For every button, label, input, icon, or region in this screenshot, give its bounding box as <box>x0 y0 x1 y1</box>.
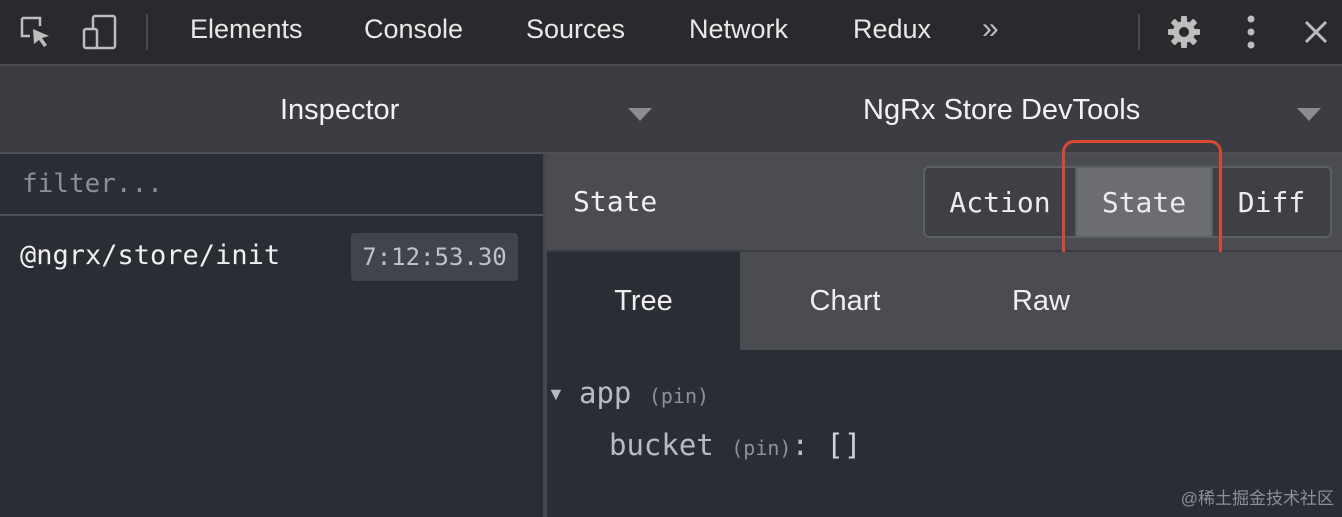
inspector-title: State <box>573 185 658 218</box>
diff-segment-button[interactable]: Diff <box>1213 168 1330 236</box>
pin-link[interactable]: (pin) <box>731 436 791 460</box>
chevron-down-icon[interactable] <box>628 108 652 121</box>
highlight-annotation <box>1062 140 1222 262</box>
action-segment-button[interactable]: Action <box>925 168 1077 236</box>
tree-key: app <box>579 376 632 410</box>
pin-link[interactable]: (pin) <box>649 384 709 408</box>
action-name: @ngrx/store/init <box>20 240 281 271</box>
action-timestamp: 7:12:53.30 <box>351 233 518 281</box>
tab-raw[interactable]: Raw <box>950 252 1132 350</box>
tab-tree[interactable]: Tree <box>547 252 740 350</box>
devtools-toolbar: Elements Console Sources Network Redux » <box>0 0 1342 66</box>
devtools-panel-select[interactable]: NgRx Store DevTools <box>863 94 1140 127</box>
tab-network[interactable]: Network <box>689 14 788 45</box>
inspect-icon[interactable] <box>16 12 56 52</box>
tree-node-app[interactable]: app (pin) <box>579 376 709 410</box>
device-toggle-icon[interactable] <box>80 12 120 52</box>
watermark: @稀土掘金技术社区 <box>1180 489 1334 508</box>
state-inspector-pane: State Action State Diff Tree Chart Raw ▼… <box>547 140 1342 517</box>
tree-colon: : <box>791 428 809 462</box>
tab-console[interactable]: Console <box>364 14 463 45</box>
inspector-panel-select[interactable]: Inspector <box>280 94 399 127</box>
toolbar-divider <box>146 14 148 50</box>
tree-node-bucket: bucket (pin): [] <box>609 428 861 462</box>
view-tabs: Tree Chart Raw <box>547 252 1342 350</box>
filter-input[interactable] <box>0 154 543 216</box>
kebab-icon[interactable] <box>1231 12 1271 52</box>
gear-icon[interactable] <box>1164 12 1204 52</box>
tab-sources[interactable]: Sources <box>526 14 625 45</box>
more-tabs-button[interactable]: » <box>982 12 999 46</box>
tab-elements[interactable]: Elements <box>190 14 303 45</box>
tab-redux[interactable]: Redux <box>853 14 931 45</box>
tree-value: [] <box>826 428 862 462</box>
tab-chart[interactable]: Chart <box>740 252 950 350</box>
inspector-header: State Action State Diff <box>547 140 1342 262</box>
list-item[interactable]: @ngrx/store/init 7:12:53.30 <box>0 218 543 290</box>
close-icon[interactable] <box>1296 12 1336 52</box>
toolbar-divider <box>1138 14 1140 50</box>
chevron-down-icon[interactable] <box>1297 108 1321 121</box>
action-list-pane: @ngrx/store/init 7:12:53.30 <box>0 154 543 517</box>
tree-key: bucket <box>609 428 714 462</box>
expand-arrow-icon[interactable]: ▼ <box>547 384 565 405</box>
